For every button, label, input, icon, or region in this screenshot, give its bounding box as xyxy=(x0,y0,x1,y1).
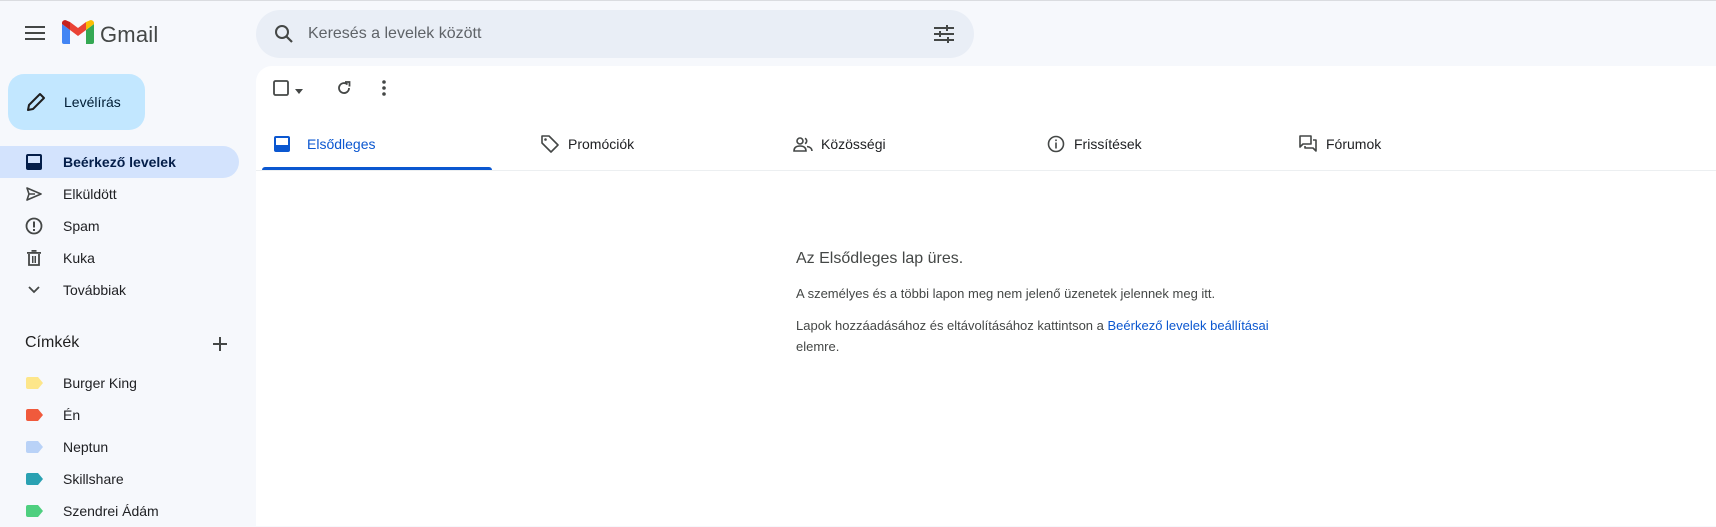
people-icon xyxy=(793,134,813,154)
sidebar-item-spam[interactable]: Spam xyxy=(0,210,239,242)
gmail-m-icon xyxy=(62,20,94,49)
tab-label: Közösségi xyxy=(821,136,886,152)
mail-toolbar xyxy=(256,66,1716,114)
info-icon xyxy=(1046,134,1066,154)
tab-label: Fórumok xyxy=(1326,136,1382,152)
inbox-icon xyxy=(272,134,292,154)
sidebar-nav: Beérkező levelek Elküldött Spam Kuka Tov… xyxy=(0,146,240,306)
chevron-down-icon xyxy=(24,280,44,300)
label-tag-icon xyxy=(26,473,43,485)
labels-list: Burger King Én Neptun Skillshare Szendre… xyxy=(0,367,240,527)
forum-icon xyxy=(1298,134,1318,154)
label-tag-icon xyxy=(26,505,43,517)
label-name: Burger King xyxy=(63,375,137,391)
sidebar-item-label: Kuka xyxy=(63,250,95,266)
checkbox-icon xyxy=(273,79,289,101)
label-item-neptun[interactable]: Neptun xyxy=(0,431,239,463)
label-name: Szendrei Ádám xyxy=(63,503,159,519)
category-tabs: Elsődleges Promóciók Közösségi Frissítés… xyxy=(256,118,1716,171)
inbox-icon xyxy=(24,152,44,172)
sidebar-item-label: Beérkező levelek xyxy=(63,154,176,170)
label-item-en[interactable]: Én xyxy=(0,399,239,431)
tab-primary[interactable]: Elsődleges xyxy=(256,118,492,170)
spam-icon xyxy=(24,216,44,236)
caret-down-icon xyxy=(295,81,303,99)
sidebar-item-inbox[interactable]: Beérkező levelek xyxy=(0,146,239,178)
tab-forums[interactable]: Fórumok xyxy=(1282,118,1518,170)
empty-state-instructions: Lapok hozzáadásához és eltávolításához k… xyxy=(796,315,1336,357)
tag-icon xyxy=(540,134,560,154)
sidebar-item-trash[interactable]: Kuka xyxy=(0,242,239,274)
labels-header: Címkék xyxy=(0,330,240,358)
empty-state-description: A személyes és a többi lapon meg nem jel… xyxy=(796,286,1216,301)
tab-label: Elsődleges xyxy=(307,136,376,152)
send-icon xyxy=(24,184,44,204)
sidebar-item-label: Továbbiak xyxy=(63,282,127,298)
trash-icon xyxy=(24,248,44,268)
gmail-logo[interactable]: Gmail xyxy=(62,20,158,49)
refresh-icon xyxy=(336,80,352,101)
compose-button[interactable]: Levélírás xyxy=(8,74,145,130)
search-input[interactable] xyxy=(306,24,910,44)
sidebar-item-more[interactable]: Továbbiak xyxy=(0,274,239,306)
more-vert-icon xyxy=(382,79,386,101)
pencil-icon xyxy=(24,90,48,114)
tab-updates[interactable]: Frissítések xyxy=(1030,118,1266,170)
sidebar-item-sent[interactable]: Elküldött xyxy=(0,178,239,210)
label-name: Skillshare xyxy=(63,471,124,487)
plus-icon xyxy=(213,337,227,351)
tab-label: Frissítések xyxy=(1074,136,1142,152)
empty-state: Az Elsődleges lap üres. A személyes és a… xyxy=(796,250,1336,357)
tab-label: Promóciók xyxy=(568,136,635,152)
refresh-button[interactable] xyxy=(328,74,360,106)
labels-title: Címkék xyxy=(25,334,80,351)
label-name: Neptun xyxy=(63,439,109,455)
label-item-skillshare[interactable]: Skillshare xyxy=(0,463,239,495)
header: Gmail xyxy=(0,0,1716,66)
add-label-button[interactable] xyxy=(208,332,232,356)
app-name: Gmail xyxy=(100,21,159,47)
hamburger-menu-icon xyxy=(25,25,45,45)
main-panel: Elsődleges Promóciók Közösségi Frissítés… xyxy=(256,66,1716,526)
more-options-button[interactable] xyxy=(368,74,400,106)
select-all-button[interactable] xyxy=(268,74,308,106)
label-item-burger-king[interactable]: Burger King xyxy=(0,367,239,399)
search-icon[interactable] xyxy=(268,18,300,50)
label-name: Én xyxy=(63,407,81,423)
empty-state-title: Az Elsődleges lap üres. xyxy=(796,250,964,267)
label-tag-icon xyxy=(26,377,43,389)
label-item-szendrei-adam[interactable]: Szendrei Ádám xyxy=(0,495,239,527)
main-menu-button[interactable] xyxy=(17,17,53,53)
instructions-suffix: elemre. xyxy=(796,339,840,354)
inbox-settings-link[interactable]: Beérkező levelek beállításai xyxy=(1108,318,1269,333)
tab-promotions[interactable]: Promóciók xyxy=(524,118,760,170)
sidebar-item-label: Elküldött xyxy=(63,186,117,202)
label-tag-icon xyxy=(26,441,43,453)
search-bar xyxy=(256,10,974,58)
tab-social[interactable]: Közösségi xyxy=(777,118,1013,170)
sidebar-item-label: Spam xyxy=(63,218,100,234)
label-tag-icon xyxy=(26,409,43,421)
search-options-icon[interactable] xyxy=(928,18,960,50)
active-tab-indicator xyxy=(262,167,492,170)
compose-label: Levélírás xyxy=(64,94,121,110)
instructions-prefix: Lapok hozzáadásához és eltávolításához k… xyxy=(796,318,1108,333)
